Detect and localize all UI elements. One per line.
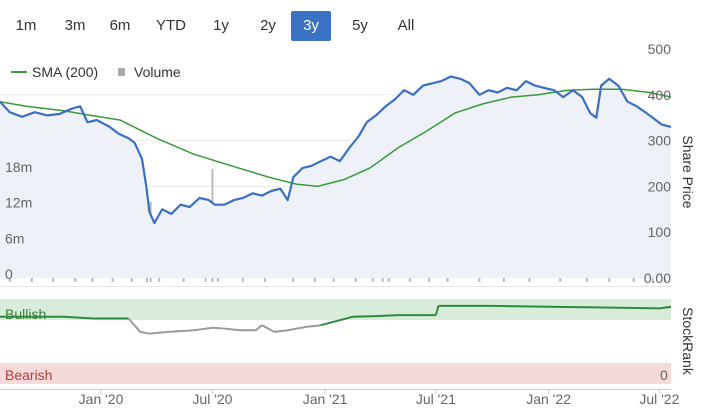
y-tick-label: 100 xyxy=(648,224,672,240)
bearish-label: Bearish xyxy=(5,367,52,383)
price-chart: SMA (200) Volume 500 400 300 200 100 0.00 18m… xyxy=(0,41,696,407)
x-tick-label: Jul '20 xyxy=(192,391,232,407)
stockrank-segment xyxy=(320,320,334,327)
stockrank-title: StockRank xyxy=(680,307,696,376)
legend: SMA (200) Volume xyxy=(11,64,181,80)
x-tick-label: Jul '21 xyxy=(416,391,456,407)
stockrank-segment xyxy=(223,327,241,332)
volume-tick-label: 0 xyxy=(5,266,13,282)
stockrank-zero-label: 0 xyxy=(660,367,668,383)
volume-tick-label: 6m xyxy=(5,230,24,246)
y-tick-label: 400 xyxy=(648,87,672,103)
stockrank-segment xyxy=(352,314,381,318)
y-tick-label: 500 xyxy=(648,41,672,57)
volume-tick-label: 18m xyxy=(5,159,32,175)
stockrank-segment xyxy=(168,329,195,333)
stockrank-segment xyxy=(274,329,288,333)
volume-tick-label: 12m xyxy=(5,195,32,211)
legend-volume-swatch xyxy=(118,68,125,76)
stockrank-segment xyxy=(193,326,213,332)
stockrank-segment xyxy=(548,305,604,309)
bullish-label: Bullish xyxy=(5,306,46,322)
bullish-band xyxy=(0,299,671,320)
stockrank-segment xyxy=(255,324,263,332)
stockrank-segment xyxy=(140,330,150,335)
bearish-band xyxy=(0,363,671,384)
legend-volume-label[interactable]: Volume xyxy=(134,64,181,80)
y-axis-title: Share Price xyxy=(680,135,696,208)
y-tick-label: 300 xyxy=(648,133,672,149)
stockrank-segment xyxy=(149,330,169,335)
stockrank-segment xyxy=(212,326,225,330)
x-tick-label: Jan '22 xyxy=(526,391,571,407)
stockrank-segment xyxy=(492,304,549,308)
y-tick-label: 0.00 xyxy=(644,270,671,286)
stockrank-segment xyxy=(127,317,141,333)
stockrank-segment xyxy=(305,324,321,328)
stockrank-segment xyxy=(603,306,660,310)
stockrank-segment xyxy=(380,314,399,317)
legend-sma-label[interactable]: SMA (200) xyxy=(32,64,98,80)
x-tick-label: Jan '21 xyxy=(303,391,348,407)
stockrank-segment xyxy=(261,324,275,333)
x-tick-label: Jan '20 xyxy=(79,391,124,407)
x-tick-label: Jul '22 xyxy=(639,391,679,407)
y-tick-label: 200 xyxy=(648,178,672,194)
stockrank-segment xyxy=(287,325,307,332)
x-axis: Jan '20 Jul '20 Jan '21 Jul '21 Jan '22 Jul '… xyxy=(79,389,680,407)
